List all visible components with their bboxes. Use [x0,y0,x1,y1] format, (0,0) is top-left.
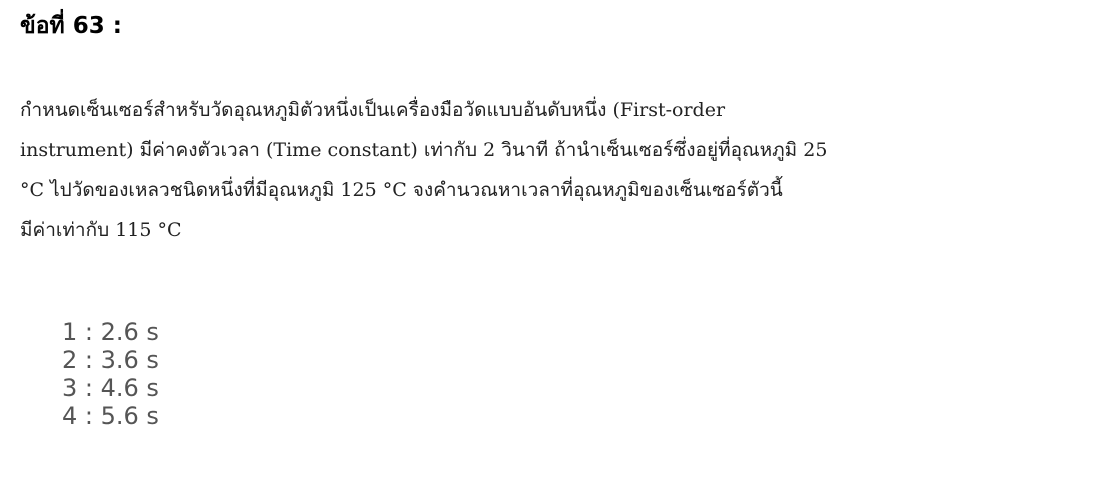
question-line: instrument) มีค่าคงตัวเวลา (Time constan… [20,139,828,161]
answer-choice-4[interactable]: 4 : 5.6 s [62,402,159,430]
question-text: กำหนดเซ็นเซอร์สำหรับวัดอุณหภูมิตัวหนึ่งเ… [20,90,1090,250]
answer-choices: 1 : 2.6 s 2 : 3.6 s 3 : 4.6 s 4 : 5.6 s [62,318,159,430]
question-title: ข้อที่ 63 : [20,13,122,39]
answer-choice-2[interactable]: 2 : 3.6 s [62,346,159,374]
answer-choice-3[interactable]: 3 : 4.6 s [62,374,159,402]
question-line: กำหนดเซ็นเซอร์สำหรับวัดอุณหภูมิตัวหนึ่งเ… [20,99,726,121]
question-page: ข้อที่ 63 : กำหนดเซ็นเซอร์สำหรับวัดอุณหภ… [0,0,1107,485]
question-line: มีค่าเท่ากับ 115 °C [20,219,182,241]
question-line: °C ไปวัดของเหลวชนิดหนึ่งที่มีอุณหภูมิ 12… [20,179,783,201]
answer-choice-1[interactable]: 1 : 2.6 s [62,318,159,346]
